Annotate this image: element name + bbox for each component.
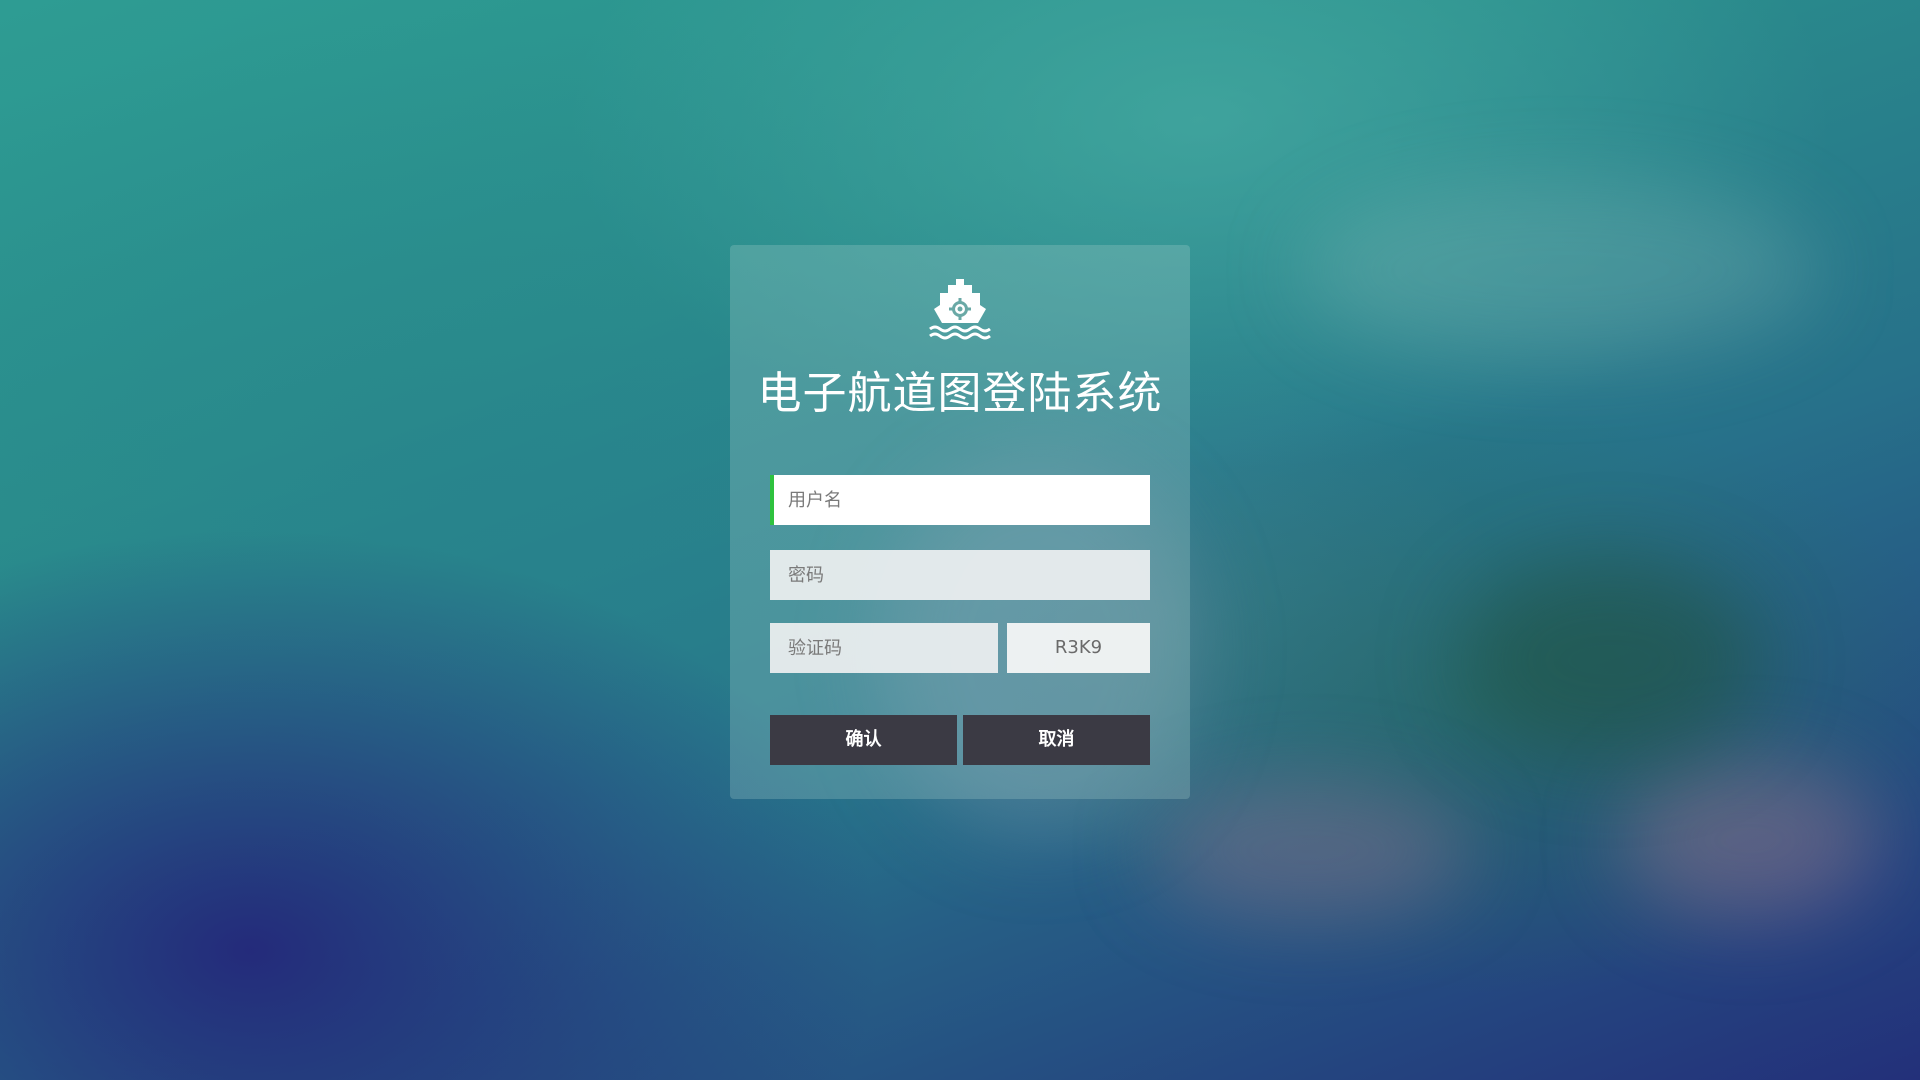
page-title: 电子航道图登陆系统 bbox=[757, 368, 1163, 419]
background-blur-shape bbox=[1150, 780, 1470, 920]
background-blur-shape bbox=[1300, 180, 1820, 360]
ship-icon bbox=[929, 279, 991, 340]
background-blur-shape bbox=[1460, 560, 1760, 760]
background-blur-shape bbox=[1620, 760, 1880, 920]
username-input[interactable] bbox=[770, 475, 1150, 525]
captcha-code-button[interactable]: R3K9 bbox=[1007, 623, 1150, 673]
confirm-button[interactable]: 确认 bbox=[770, 715, 957, 765]
cancel-button[interactable]: 取消 bbox=[963, 715, 1150, 765]
captcha-input[interactable] bbox=[770, 623, 998, 673]
password-input[interactable] bbox=[770, 550, 1150, 600]
login-panel: 电子航道图登陆系统 R3K9 确认 取消 bbox=[730, 245, 1190, 799]
